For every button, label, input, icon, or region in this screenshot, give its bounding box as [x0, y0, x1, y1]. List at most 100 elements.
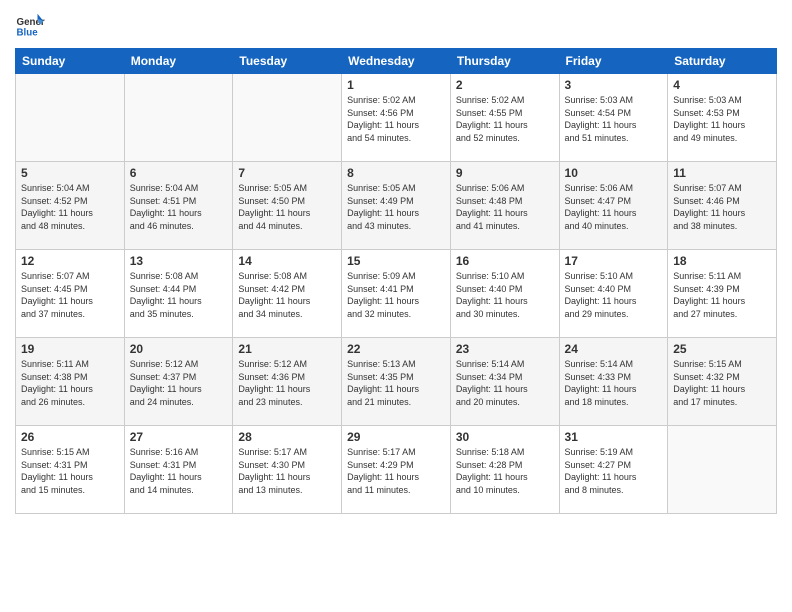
day-number: 29	[347, 430, 445, 444]
day-number: 12	[21, 254, 119, 268]
calendar-cell: 28 Sunrise: 5:17 AM Sunset: 4:30 PM Dayli…	[233, 426, 342, 514]
day-number: 26	[21, 430, 119, 444]
day-number: 5	[21, 166, 119, 180]
day-number: 18	[673, 254, 771, 268]
calendar-cell	[16, 74, 125, 162]
cell-info: Sunrise: 5:17 AM Sunset: 4:30 PM Dayligh…	[238, 446, 336, 496]
calendar-cell: 19Sunrise: 5:11 AM Sunset: 4:38 PM Dayli…	[16, 338, 125, 426]
day-number: 21	[238, 342, 336, 356]
calendar-cell: 9 Sunrise: 5:06 AM Sunset: 4:48 PM Daylig…	[450, 162, 559, 250]
day-number: 25	[673, 342, 771, 356]
day-number: 30	[456, 430, 554, 444]
logo-icon: General Blue	[15, 10, 45, 40]
calendar-cell: 7 Sunrise: 5:05 AM Sunset: 4:50 PM Daylig…	[233, 162, 342, 250]
day-number: 11	[673, 166, 771, 180]
weekday-header-tuesday: Tuesday	[233, 49, 342, 74]
calendar-cell: 1 Sunrise: 5:02 AM Sunset: 4:56 PM Daylig…	[342, 74, 451, 162]
calendar-cell: 15 Sunrise: 5:09 AM Sunset: 4:41 PM Dayli…	[342, 250, 451, 338]
cell-info: Sunrise: 5:05 AM Sunset: 4:50 PM Dayligh…	[238, 182, 336, 232]
day-number: 28	[238, 430, 336, 444]
cell-info: Sunrise: 5:02 AM Sunset: 4:56 PM Dayligh…	[347, 94, 445, 144]
cell-info: Sunrise: 5:10 AM Sunset: 4:40 PM Dayligh…	[456, 270, 554, 320]
calendar-cell: 27 Sunrise: 5:16 AM Sunset: 4:31 PM Dayli…	[124, 426, 233, 514]
calendar-cell: 10 Sunrise: 5:06 AM Sunset: 4:47 PM Dayli…	[559, 162, 668, 250]
week-row-2: 5Sunrise: 5:04 AM Sunset: 4:52 PM Daylig…	[16, 162, 777, 250]
weekday-header-monday: Monday	[124, 49, 233, 74]
day-number: 19	[21, 342, 119, 356]
calendar-cell: 6Sunrise: 5:04 AM Sunset: 4:51 PM Daylig…	[124, 162, 233, 250]
cell-info: Sunrise: 5:10 AM Sunset: 4:40 PM Dayligh…	[565, 270, 663, 320]
day-number: 7	[238, 166, 336, 180]
day-number: 1	[347, 78, 445, 92]
calendar-cell	[233, 74, 342, 162]
weekday-header-thursday: Thursday	[450, 49, 559, 74]
calendar-cell: 3 Sunrise: 5:03 AM Sunset: 4:54 PM Daylig…	[559, 74, 668, 162]
calendar-cell: 29 Sunrise: 5:17 AM Sunset: 4:29 PM Dayli…	[342, 426, 451, 514]
day-number: 8	[347, 166, 445, 180]
page-container: General Blue SundayMondayTuesdayWednesda…	[0, 0, 792, 612]
day-number: 2	[456, 78, 554, 92]
week-row-4: 19Sunrise: 5:11 AM Sunset: 4:38 PM Dayli…	[16, 338, 777, 426]
cell-info: Sunrise: 5:12 AM Sunset: 4:37 PM Dayligh…	[130, 358, 228, 408]
week-row-1: 1 Sunrise: 5:02 AM Sunset: 4:56 PM Daylig…	[16, 74, 777, 162]
day-number: 23	[456, 342, 554, 356]
day-number: 31	[565, 430, 663, 444]
day-number: 24	[565, 342, 663, 356]
cell-info: Sunrise: 5:14 AM Sunset: 4:34 PM Dayligh…	[456, 358, 554, 408]
day-number: 27	[130, 430, 228, 444]
cell-info: Sunrise: 5:17 AM Sunset: 4:29 PM Dayligh…	[347, 446, 445, 496]
cell-info: Sunrise: 5:07 AM Sunset: 4:46 PM Dayligh…	[673, 182, 771, 232]
day-number: 10	[565, 166, 663, 180]
calendar-cell: 14Sunrise: 5:08 AM Sunset: 4:42 PM Dayli…	[233, 250, 342, 338]
day-number: 3	[565, 78, 663, 92]
week-row-3: 12 Sunrise: 5:07 AM Sunset: 4:45 PM Dayli…	[16, 250, 777, 338]
day-number: 9	[456, 166, 554, 180]
calendar-cell: 26 Sunrise: 5:15 AM Sunset: 4:31 PM Dayli…	[16, 426, 125, 514]
cell-info: Sunrise: 5:09 AM Sunset: 4:41 PM Dayligh…	[347, 270, 445, 320]
calendar-table: SundayMondayTuesdayWednesdayThursdayFrid…	[15, 48, 777, 514]
cell-info: Sunrise: 5:06 AM Sunset: 4:47 PM Dayligh…	[565, 182, 663, 232]
page-header: General Blue	[15, 10, 777, 40]
calendar-cell: 31 Sunrise: 5:19 AM Sunset: 4:27 PM Dayli…	[559, 426, 668, 514]
calendar-cell: 4Sunrise: 5:03 AM Sunset: 4:53 PM Daylig…	[668, 74, 777, 162]
calendar-cell	[668, 426, 777, 514]
cell-info: Sunrise: 5:05 AM Sunset: 4:49 PM Dayligh…	[347, 182, 445, 232]
calendar-cell: 8 Sunrise: 5:05 AM Sunset: 4:49 PM Daylig…	[342, 162, 451, 250]
weekday-header-sunday: Sunday	[16, 49, 125, 74]
cell-info: Sunrise: 5:15 AM Sunset: 4:31 PM Dayligh…	[21, 446, 119, 496]
calendar-cell: 22Sunrise: 5:13 AM Sunset: 4:35 PM Dayli…	[342, 338, 451, 426]
cell-info: Sunrise: 5:07 AM Sunset: 4:45 PM Dayligh…	[21, 270, 119, 320]
weekday-header-wednesday: Wednesday	[342, 49, 451, 74]
cell-info: Sunrise: 5:15 AM Sunset: 4:32 PM Dayligh…	[673, 358, 771, 408]
cell-info: Sunrise: 5:18 AM Sunset: 4:28 PM Dayligh…	[456, 446, 554, 496]
calendar-cell: 2Sunrise: 5:02 AM Sunset: 4:55 PM Daylig…	[450, 74, 559, 162]
cell-info: Sunrise: 5:04 AM Sunset: 4:51 PM Dayligh…	[130, 182, 228, 232]
calendar-cell	[124, 74, 233, 162]
day-number: 14	[238, 254, 336, 268]
day-number: 17	[565, 254, 663, 268]
cell-info: Sunrise: 5:12 AM Sunset: 4:36 PM Dayligh…	[238, 358, 336, 408]
calendar-cell: 18 Sunrise: 5:11 AM Sunset: 4:39 PM Dayli…	[668, 250, 777, 338]
logo: General Blue	[15, 10, 45, 40]
calendar-cell: 20Sunrise: 5:12 AM Sunset: 4:37 PM Dayli…	[124, 338, 233, 426]
calendar-cell: 11 Sunrise: 5:07 AM Sunset: 4:46 PM Dayli…	[668, 162, 777, 250]
cell-info: Sunrise: 5:14 AM Sunset: 4:33 PM Dayligh…	[565, 358, 663, 408]
calendar-cell: 17 Sunrise: 5:10 AM Sunset: 4:40 PM Dayli…	[559, 250, 668, 338]
week-row-5: 26 Sunrise: 5:15 AM Sunset: 4:31 PM Dayli…	[16, 426, 777, 514]
calendar-cell: 12 Sunrise: 5:07 AM Sunset: 4:45 PM Dayli…	[16, 250, 125, 338]
cell-info: Sunrise: 5:08 AM Sunset: 4:44 PM Dayligh…	[130, 270, 228, 320]
day-number: 13	[130, 254, 228, 268]
cell-info: Sunrise: 5:16 AM Sunset: 4:31 PM Dayligh…	[130, 446, 228, 496]
cell-info: Sunrise: 5:03 AM Sunset: 4:54 PM Dayligh…	[565, 94, 663, 144]
day-number: 4	[673, 78, 771, 92]
day-number: 22	[347, 342, 445, 356]
calendar-cell: 5Sunrise: 5:04 AM Sunset: 4:52 PM Daylig…	[16, 162, 125, 250]
svg-text:Blue: Blue	[17, 28, 39, 39]
cell-info: Sunrise: 5:06 AM Sunset: 4:48 PM Dayligh…	[456, 182, 554, 232]
cell-info: Sunrise: 5:11 AM Sunset: 4:39 PM Dayligh…	[673, 270, 771, 320]
calendar-cell: 23 Sunrise: 5:14 AM Sunset: 4:34 PM Dayli…	[450, 338, 559, 426]
day-number: 16	[456, 254, 554, 268]
calendar-cell: 24 Sunrise: 5:14 AM Sunset: 4:33 PM Dayli…	[559, 338, 668, 426]
day-number: 15	[347, 254, 445, 268]
cell-info: Sunrise: 5:19 AM Sunset: 4:27 PM Dayligh…	[565, 446, 663, 496]
